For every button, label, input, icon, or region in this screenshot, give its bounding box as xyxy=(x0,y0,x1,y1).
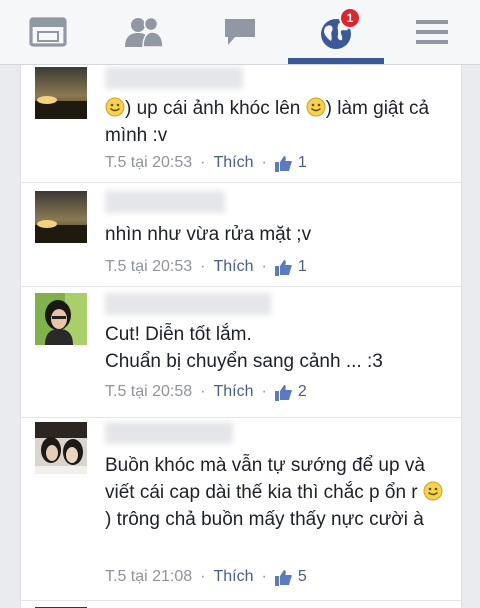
comment-meta: T.5 tại 21:08 · Thích · 5 xyxy=(105,568,307,586)
comment-text: ) up cái ảnh khóc lên ) làm giật cả mình… xyxy=(105,97,430,146)
like-count[interactable]: 1 xyxy=(298,258,307,276)
comment-timestamp[interactable]: T.5 tại 20:58 xyxy=(105,383,192,401)
like-button[interactable]: Thích xyxy=(214,154,254,172)
like-count[interactable]: 1 xyxy=(298,154,307,172)
messages-icon xyxy=(225,19,255,45)
comment-meta: T.5 tại 20:53 · Thích · 1 xyxy=(105,154,307,172)
avatar[interactable] xyxy=(35,67,87,119)
divider xyxy=(21,417,461,418)
meta-separator: · xyxy=(200,154,206,171)
thumbs-up-icon xyxy=(274,384,292,401)
thumbs-up-icon xyxy=(274,569,292,586)
like-button[interactable]: Thích xyxy=(214,568,254,586)
friends-icon xyxy=(125,16,164,48)
meta-separator: · xyxy=(200,258,206,275)
meta-separator: · xyxy=(200,383,206,400)
commenter-name-redacted[interactable] xyxy=(105,67,243,89)
like-button[interactable]: Thích xyxy=(214,383,254,401)
like-count[interactable]: 2 xyxy=(298,383,307,401)
nav-tab-menu[interactable] xyxy=(384,0,480,64)
menu-icon xyxy=(416,20,448,44)
comment-timestamp[interactable]: T.5 tại 20:53 xyxy=(105,154,192,172)
feed-icon xyxy=(29,17,67,47)
nav-tab-messages[interactable] xyxy=(192,0,288,64)
notification-count-badge: 1 xyxy=(339,7,361,29)
avatar[interactable] xyxy=(35,422,87,474)
meta-separator: · xyxy=(261,154,267,171)
divider xyxy=(21,286,461,287)
divider xyxy=(21,600,461,601)
smiley-emoji-icon xyxy=(306,97,326,117)
nav-tab-notifications[interactable]: 1 xyxy=(288,0,384,64)
comment-meta: T.5 tại 20:58 · Thích · 2 xyxy=(105,383,307,401)
avatar[interactable] xyxy=(35,293,87,345)
like-count[interactable]: 5 xyxy=(298,568,307,586)
avatar[interactable] xyxy=(35,191,87,243)
meta-separator: · xyxy=(261,383,267,400)
thumbs-up-icon xyxy=(274,155,292,172)
thumbs-up-icon xyxy=(274,259,292,276)
smiley-emoji-icon xyxy=(423,481,443,501)
comment-meta: T.5 tại 20:53 · Thích · 1 xyxy=(105,258,307,276)
comment-text: Cut! Diễn tốt lắm. Chuẩn bị chuyển sang … xyxy=(105,324,383,372)
commenter-name-redacted[interactable] xyxy=(105,191,225,213)
comment-timestamp[interactable]: T.5 tại 20:53 xyxy=(105,258,192,276)
nav-tab-friend-requests[interactable] xyxy=(96,0,192,64)
meta-separator: · xyxy=(200,568,206,585)
comments-list: ) up cái ảnh khóc lên ) làm giật cả mình… xyxy=(20,65,462,608)
commenter-name-redacted[interactable] xyxy=(105,293,271,315)
comment-text: Buồn khóc mà vẫn tự sướng để up và viết … xyxy=(105,452,445,533)
divider xyxy=(21,182,461,183)
meta-separator: · xyxy=(261,258,267,275)
like-button[interactable]: Thích xyxy=(214,258,254,276)
commenter-name-redacted[interactable] xyxy=(105,422,233,444)
smiley-emoji-icon xyxy=(105,97,125,117)
comment-text: nhìn như vừa rửa mặt ;v xyxy=(105,224,312,245)
top-navigation-bar: 1 xyxy=(0,0,480,65)
nav-tab-news-feed[interactable] xyxy=(0,0,96,64)
meta-separator: · xyxy=(261,568,267,585)
comment-timestamp[interactable]: T.5 tại 21:08 xyxy=(105,568,192,586)
